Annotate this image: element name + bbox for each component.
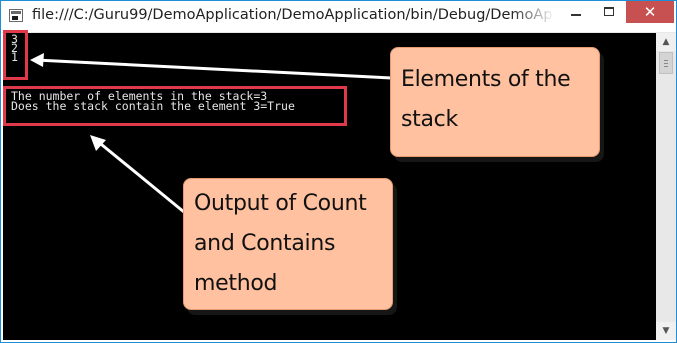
- arrow-head-output: [90, 135, 106, 151]
- output-callout-line-1: Output of Count: [194, 191, 367, 216]
- output-callout: Output of Count and Contains method: [183, 178, 393, 310]
- arrow-to-elements: [35, 58, 393, 80]
- elements-callout-line-1: Elements of the: [401, 67, 571, 92]
- arrow-to-output: [95, 138, 185, 214]
- output-callout-line-2: and Contains: [194, 231, 336, 256]
- arrow-head-elements: [30, 53, 44, 67]
- elements-callout: Elements of the stack: [390, 47, 600, 157]
- output-callout-line-3: method: [194, 271, 278, 296]
- elements-callout-line-2: stack: [401, 107, 458, 132]
